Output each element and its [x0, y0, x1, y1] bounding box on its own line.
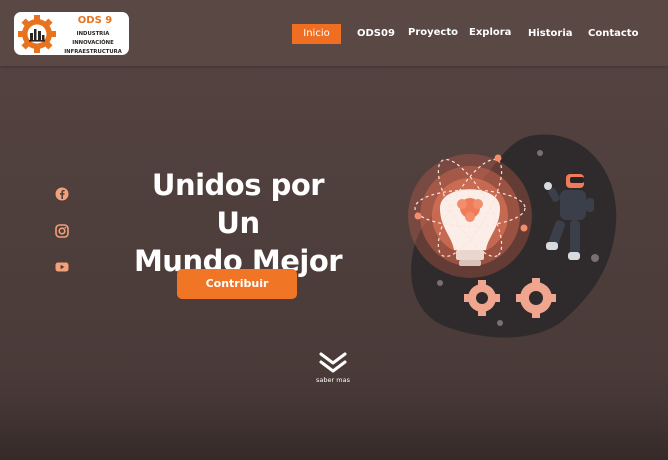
hero-title-line1: Unidos por Un — [151, 168, 325, 240]
gear-factory-icon — [18, 15, 56, 53]
nav-item-proyecto[interactable]: Proyecto — [408, 27, 458, 38]
nav-item-inicio[interactable]: Inicio — [292, 24, 341, 44]
nav-item-contacto[interactable]: Contacto — [588, 28, 638, 39]
youtube-icon[interactable] — [54, 259, 70, 275]
logo-subtitle-line1: INDUSTRIA INNOVACIÓNE — [72, 31, 114, 46]
logo-subtitle-line2: INFRAESTRUCTURA — [64, 49, 122, 55]
section-divider — [0, 395, 668, 460]
saber-mas-label[interactable]: saber mas — [300, 376, 366, 384]
logo-subtitle: INDUSTRIA INNOVACIÓNE INFRAESTRUCTURA — [58, 30, 128, 57]
page: ODS 9 INDUSTRIA INNOVACIÓNE INFRAESTRUCT… — [0, 0, 668, 460]
nav-item-historia[interactable]: Historia — [528, 28, 573, 39]
nav-item-ods09[interactable]: ODS09 — [357, 28, 395, 39]
instagram-icon[interactable] — [54, 223, 70, 239]
double-chevron-down-icon[interactable] — [319, 352, 347, 374]
contribuir-button[interactable]: Contribuir — [177, 269, 297, 299]
nav-item-explora[interactable]: Explora — [469, 27, 511, 38]
navbar: ODS 9 INDUSTRIA INNOVACIÓNE INFRAESTRUCT… — [0, 0, 668, 66]
logo-title: ODS 9 — [77, 15, 113, 26]
hero-title: Unidos por Un Mundo Mejor — [128, 166, 348, 280]
site-logo[interactable]: ODS 9 INDUSTRIA INNOVACIÓNE INFRAESTRUCT… — [14, 12, 129, 55]
facebook-icon[interactable] — [54, 186, 70, 202]
lightbulb-atom-robot-illustration — [408, 134, 617, 338]
